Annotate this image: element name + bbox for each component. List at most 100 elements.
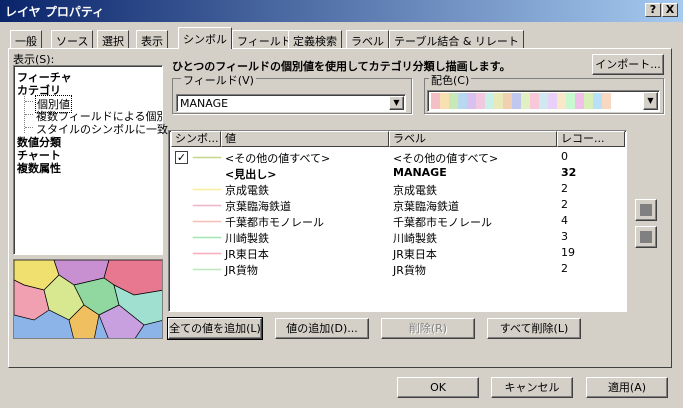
color-ramp-swatch	[530, 93, 539, 109]
color-ramp-swatch	[431, 93, 440, 109]
row-visibility-checkbox[interactable]: ✓	[175, 151, 188, 164]
symbol-tab-panel: 表示(S): フィーチャ カテゴリ 個別値 複数フィールドによる個別値 スタイル…	[8, 48, 672, 368]
column-header-label[interactable]: ラベル	[389, 131, 557, 147]
color-ramp-swatch	[458, 93, 467, 109]
apply-button[interactable]: 適用(A)	[586, 377, 668, 398]
row-value: JR貨物	[225, 264, 258, 277]
tree-connector	[25, 101, 33, 102]
row-label[interactable]: <その他の値すべて>	[393, 150, 498, 166]
row-value: 川崎製鉄	[225, 232, 269, 245]
table-row[interactable]: <見出し> MANAGE 32	[171, 165, 626, 181]
row-count: 4	[561, 214, 568, 227]
field-group-label: フィールド(V)	[181, 72, 256, 88]
tab-symbol[interactable]: シンボル	[178, 27, 232, 49]
table-row[interactable]: JR貨物 JR貨物 2	[171, 261, 626, 277]
row-label[interactable]: JR貨物	[393, 262, 426, 278]
symbol-swatch[interactable]	[193, 253, 221, 254]
color-ramp-swatch	[584, 93, 593, 109]
row-count: 32	[561, 166, 577, 179]
symbol-swatch[interactable]	[193, 157, 221, 158]
row-count: 3	[561, 230, 568, 243]
tab-source[interactable]: ソース	[51, 30, 94, 48]
symbol-swatch[interactable]	[193, 269, 221, 270]
unique-values-list[interactable]: シンボ... 値 ラベル レコー... ✓ <その他の値すべて> <その他の値すべて…	[168, 130, 627, 312]
color-ramp-swatch	[494, 93, 503, 109]
symbol-swatch[interactable]	[193, 189, 221, 190]
remove-button[interactable]: 削除(R)	[381, 318, 475, 339]
preview-map-graphic	[14, 260, 162, 338]
color-ramp-swatch	[566, 93, 575, 109]
move-down-icon	[640, 231, 652, 243]
row-label[interactable]: JR東日本	[393, 246, 437, 262]
color-ramp-swatch	[440, 93, 449, 109]
row-count: 19	[561, 246, 575, 259]
chevron-down-icon[interactable]: ▼	[643, 92, 658, 110]
tab-general[interactable]: 一般	[10, 30, 42, 48]
color-ramp-preview	[431, 93, 639, 109]
row-label[interactable]: 川崎製鉄	[393, 230, 437, 246]
table-row[interactable]: 川崎製鉄 川崎製鉄 3	[171, 229, 626, 245]
row-label[interactable]: 千葉都市モノレール	[393, 214, 492, 230]
row-label[interactable]: 京葉臨海鉄道	[393, 198, 459, 214]
move-down-button[interactable]	[635, 226, 657, 248]
field-dropdown[interactable]: MANAGE ▼	[176, 94, 406, 112]
window-title: レイヤ プロパティ	[5, 5, 105, 19]
color-ramp-swatch	[602, 93, 611, 109]
renderer-tree[interactable]: フィーチャ カテゴリ 個別値 複数フィールドによる個別値 スタイルのシンボルに一…	[13, 65, 168, 255]
color-ramp-swatch	[557, 93, 566, 109]
tree-item-multiple-attributes[interactable]: 複数属性	[17, 160, 61, 176]
tab-labels[interactable]: ラベル	[346, 30, 389, 48]
remove-all-button[interactable]: すべて削除(L)	[487, 318, 581, 339]
table-row[interactable]: 京成電鉄 京成電鉄 2	[171, 181, 626, 197]
column-header-count[interactable]: レコー...	[557, 131, 625, 147]
row-value: JR東日本	[225, 248, 269, 261]
color-scheme-dropdown[interactable]: ▼	[427, 90, 660, 112]
row-label[interactable]: MANAGE	[393, 166, 447, 179]
color-ramp-swatch	[575, 93, 584, 109]
column-header-symbol[interactable]: シンボ...	[171, 131, 221, 147]
table-row[interactable]: ✓ <その他の値すべて> <その他の値すべて> 0	[171, 149, 626, 165]
row-value: <見出し>	[225, 168, 277, 181]
color-ramp-swatch	[449, 93, 458, 109]
color-ramp-swatch	[548, 93, 557, 109]
tree-connector	[25, 127, 33, 128]
color-ramp-swatch	[485, 93, 494, 109]
column-header-value[interactable]: 値	[221, 131, 389, 147]
tab-display[interactable]: 表示	[136, 30, 168, 48]
tab-selection[interactable]: 選択	[97, 30, 129, 48]
row-count: 2	[561, 198, 568, 211]
row-count: 2	[561, 182, 568, 195]
field-dropdown-value: MANAGE	[180, 97, 229, 110]
row-value: 京成電鉄	[225, 184, 269, 197]
preview-map-image	[13, 259, 163, 339]
color-ramp-swatch	[593, 93, 602, 109]
row-value: 千葉都市モノレール	[225, 216, 324, 229]
color-ramp-swatch	[539, 93, 548, 109]
values-rows: ✓ <その他の値すべて> <その他の値すべて> 0 <見出し> MANAGE 32 京成電鉄京…	[171, 149, 626, 309]
move-up-icon	[640, 204, 652, 216]
color-scheme-label: 配色(C)	[429, 72, 472, 88]
tab-definition-query[interactable]: 定義検索	[288, 30, 342, 48]
add-all-values-button[interactable]: 全ての値を追加(L)	[167, 317, 263, 340]
symbol-swatch[interactable]	[193, 237, 221, 238]
import-button[interactable]: インポート...	[592, 54, 664, 75]
tab-joins-relates[interactable]: テーブル結合 & リレート	[389, 30, 524, 48]
symbol-swatch[interactable]	[193, 205, 221, 206]
add-values-button[interactable]: 値の追加(D)...	[275, 318, 369, 339]
title-bar: レイヤ プロパティ ? X	[0, 0, 683, 22]
chevron-down-icon[interactable]: ▼	[389, 96, 404, 110]
table-row[interactable]: 京葉臨海鉄道 京葉臨海鉄道 2	[171, 197, 626, 213]
ok-button[interactable]: OK	[397, 377, 479, 398]
color-ramp-swatch	[476, 93, 485, 109]
symbol-swatch[interactable]	[193, 221, 221, 222]
row-value: <その他の値すべて>	[225, 152, 331, 165]
cancel-button[interactable]: キャンセル	[491, 377, 573, 398]
row-count: 2	[561, 262, 568, 275]
table-row[interactable]: 千葉都市モノレール 千葉都市モノレール 4	[171, 213, 626, 229]
row-label[interactable]: 京成電鉄	[393, 182, 437, 198]
help-button[interactable]: ?	[645, 3, 661, 17]
table-row[interactable]: JR東日本 JR東日本 19	[171, 245, 626, 261]
tree-connector	[25, 114, 33, 115]
move-up-button[interactable]	[635, 199, 657, 221]
close-button[interactable]: X	[662, 3, 678, 17]
